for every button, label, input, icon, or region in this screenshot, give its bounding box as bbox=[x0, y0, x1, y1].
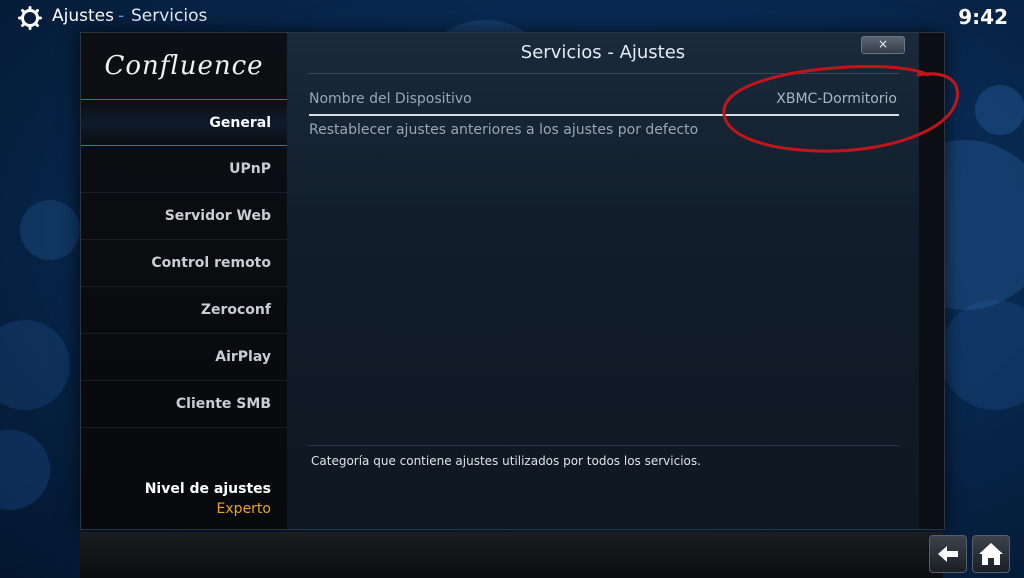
top-bar: Ajustes - Servicios 9:42 bbox=[0, 0, 1024, 34]
confluence-logo: Confluence bbox=[104, 51, 264, 81]
category-description: Categoría que contiene ajustes utilizado… bbox=[311, 454, 701, 468]
sidebar-item-cliente-smb[interactable]: Cliente SMB bbox=[81, 381, 287, 428]
bottom-bar bbox=[80, 532, 943, 578]
sidebar: Confluence General UPnP Servidor Web Con… bbox=[81, 33, 287, 529]
clock: 9:42 bbox=[958, 5, 1008, 29]
breadcrumb-section: Ajustes bbox=[52, 6, 114, 26]
sidebar-item-general[interactable]: General bbox=[81, 99, 287, 146]
close-button[interactable]: × bbox=[861, 36, 905, 54]
sidebar-item-control-remoto[interactable]: Control remoto bbox=[81, 240, 287, 287]
setting-label: Restablecer ajustes anteriores a los aju… bbox=[309, 122, 699, 138]
settings-level-button[interactable]: Nivel de ajustes Experto bbox=[81, 473, 287, 523]
home-icon bbox=[979, 543, 1003, 565]
description-divider bbox=[307, 445, 899, 446]
sidebar-item-servidor-web[interactable]: Servidor Web bbox=[81, 193, 287, 240]
red-circle-annotation bbox=[722, 64, 960, 153]
home-button[interactable] bbox=[972, 535, 1010, 573]
sidebar-item-upnp[interactable]: UPnP bbox=[81, 146, 287, 193]
back-arrow-icon bbox=[938, 546, 958, 562]
settings-level-value: Experto bbox=[216, 501, 271, 517]
setting-label: Nombre del Dispositivo bbox=[309, 91, 472, 107]
sidebar-item-zeroconf[interactable]: Zeroconf bbox=[81, 287, 287, 334]
gear-icon bbox=[18, 6, 42, 30]
sidebar-item-airplay[interactable]: AirPlay bbox=[81, 334, 287, 381]
settings-level-label: Nivel de ajustes bbox=[144, 481, 271, 497]
back-button[interactable] bbox=[929, 535, 967, 573]
breadcrumb-separator: - bbox=[118, 6, 125, 26]
breadcrumb-subsection: Servicios bbox=[131, 6, 208, 26]
